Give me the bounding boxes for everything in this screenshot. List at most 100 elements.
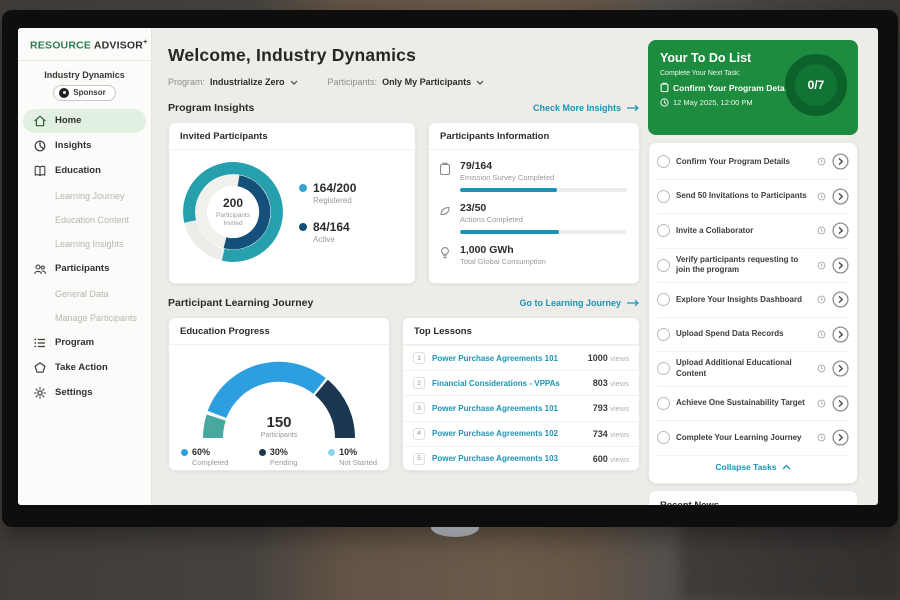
todo-item[interactable]: Achieve One Sustainability Target — [657, 387, 849, 422]
todo-checkbox[interactable] — [657, 259, 670, 272]
sidebar-subitem-label: Manage Participants — [55, 313, 137, 323]
lesson-row[interactable]: 3 Power Purchase Agreements 101 793 view… — [403, 395, 639, 420]
todo-item-label: Confirm Your Program Details — [676, 157, 811, 167]
todo-open-button[interactable] — [832, 395, 849, 412]
invited-participants-card: Invited Participants 200 Participants In… — [168, 122, 416, 284]
stat-row-actions: 23/50 Actions Completed — [429, 192, 639, 234]
todo-item[interactable]: Confirm Your Program Details — [657, 145, 849, 180]
sidebar-item-education[interactable]: Education — [23, 159, 146, 183]
todo-item[interactable]: Explore Your Insights Dashboard — [657, 283, 849, 318]
lesson-link[interactable]: Power Purchase Agreements 102 — [432, 429, 586, 438]
recent-news-title: Recent News — [660, 500, 846, 506]
go-to-learning-journey-link[interactable]: Go to Learning Journey — [519, 298, 640, 308]
lesson-link[interactable]: Power Purchase Agreements 103 — [432, 454, 586, 463]
recent-news-card: Recent News — [648, 490, 858, 506]
sidebar-item-manage-participants[interactable]: Manage Participants — [18, 306, 151, 330]
todo-item[interactable]: Invite a Collaborator — [657, 214, 849, 249]
logo-text-advisor: ADVISOR — [94, 40, 143, 52]
legend-value: 164/200 — [313, 181, 356, 195]
chevron-down-icon — [476, 80, 484, 85]
check-more-insights-link[interactable]: Check More Insights — [533, 103, 640, 113]
todo-item-label: Upload Spend Data Records — [676, 329, 811, 339]
sidebar-item-home[interactable]: Home — [23, 109, 146, 133]
todo-open-button[interactable] — [832, 429, 849, 446]
todo-open-button[interactable] — [832, 257, 849, 274]
education-progress-card: Education Progress 150 Participants — [168, 317, 390, 471]
todo-item[interactable]: Send 50 Invitations to Participants — [657, 180, 849, 215]
sidebar-subitem-label: Learning Journey — [55, 191, 125, 201]
todo-list-card: Confirm Your Program Details Send 50 Inv… — [648, 142, 858, 484]
todo-checkbox[interactable] — [657, 293, 670, 306]
gauge-center-label: 150 Participants — [194, 414, 364, 439]
todo-open-button[interactable] — [832, 360, 849, 377]
participants-filter-dropdown[interactable]: Participants: Only My Participants — [328, 77, 485, 87]
todo-item-label: Explore Your Insights Dashboard — [676, 295, 811, 305]
lesson-views-count: 793 — [593, 403, 608, 413]
sidebar-item-insights[interactable]: Insights — [23, 134, 146, 158]
todo-item-label: Send 50 Invitations to Participants — [676, 191, 811, 201]
lesson-rank: 4 — [413, 428, 425, 440]
clock-icon — [817, 433, 826, 442]
todo-open-button[interactable] — [832, 222, 849, 239]
program-filter-dropdown[interactable]: Program: Industrialize Zero — [168, 77, 298, 87]
lesson-row[interactable]: 2 Financial Considerations - VPPAs 803 v… — [403, 370, 639, 395]
sidebar-item-participants[interactable]: Participants — [23, 257, 146, 281]
legend-pct: 60% — [192, 447, 228, 457]
progress-fill — [460, 230, 559, 234]
todo-checkbox[interactable] — [657, 328, 670, 341]
views-word: views — [610, 455, 629, 464]
arrow-right-icon — [626, 299, 640, 307]
todo-open-button[interactable] — [832, 291, 849, 308]
insights-icon — [33, 139, 47, 153]
org-name: Industry Dynamics — [18, 70, 151, 80]
sidebar-item-general-data[interactable]: General Data — [18, 282, 151, 306]
todo-checkbox[interactable] — [657, 224, 670, 237]
sidebar-nav: Home Insights Education Learning Journey… — [18, 109, 151, 405]
top-lessons-card: Top Lessons 1 Power Purchase Agreements … — [402, 317, 640, 471]
lesson-row[interactable]: 5 Power Purchase Agreements 103 600 view… — [403, 446, 639, 471]
lesson-views-count: 1000 — [588, 353, 608, 363]
stat-value: 23/50 — [460, 202, 627, 214]
sidebar-item-settings[interactable]: Settings — [23, 381, 146, 405]
collapse-tasks-label: Collapse Tasks — [715, 462, 776, 472]
sidebar-item-learning-insights[interactable]: Learning Insights — [18, 232, 151, 256]
lesson-views-count: 734 — [593, 429, 608, 439]
todo-item[interactable]: Upload Spend Data Records — [657, 318, 849, 353]
legend-label: Active — [313, 235, 350, 244]
lesson-row[interactable]: 4 Power Purchase Agreements 102 734 view… — [403, 421, 639, 446]
invited-count: 200 — [223, 196, 243, 210]
legend-pct: 10% — [339, 447, 377, 457]
lesson-link[interactable]: Power Purchase Agreements 101 — [432, 354, 581, 363]
leaf-icon — [439, 202, 452, 234]
sidebar-item-label: Home — [55, 115, 81, 126]
todo-open-button[interactable] — [832, 326, 849, 343]
legend-label: Registered — [313, 196, 356, 205]
todo-item[interactable]: Upload Additional Educational Content — [657, 352, 849, 387]
legend-item-not-started: 10% Not Started — [328, 447, 377, 467]
todo-checkbox[interactable] — [657, 362, 670, 375]
sidebar-item-program[interactable]: Program — [23, 331, 146, 355]
lesson-link[interactable]: Power Purchase Agreements 101 — [432, 404, 586, 413]
sidebar-item-education-content[interactable]: Education Content — [18, 208, 151, 232]
todo-checkbox[interactable] — [657, 190, 670, 203]
stat-row-consumption: 1,000 GWh Total Global Consumption — [429, 234, 639, 266]
sidebar-item-learning-journey[interactable]: Learning Journey — [18, 184, 151, 208]
todo-checkbox[interactable] — [657, 155, 670, 168]
collapse-tasks-link[interactable]: Collapse Tasks — [657, 456, 849, 479]
todo-open-button[interactable] — [832, 153, 849, 170]
sidebar-item-take-action[interactable]: Take Action — [23, 356, 146, 380]
dashboard-screen: RESOURCE ADVISOR+ Industry Dynamics Spon… — [18, 28, 878, 505]
sidebar-item-label: Settings — [55, 387, 92, 398]
section-title: Participant Learning Journey — [168, 297, 313, 309]
lesson-row[interactable]: 1 Power Purchase Agreements 101 1000 vie… — [403, 345, 639, 370]
sponsor-icon — [59, 88, 69, 98]
todo-item[interactable]: Complete Your Learning Journey — [657, 421, 849, 456]
legend-item-completed: 60% Completed — [181, 447, 228, 467]
todo-open-button[interactable] — [832, 188, 849, 205]
legend-item-registered: 164/200 Registered — [299, 181, 356, 205]
todo-item[interactable]: Verify participants requesting to join t… — [657, 249, 849, 284]
todo-item-label: Upload Additional Educational Content — [676, 358, 811, 379]
todo-checkbox[interactable] — [657, 431, 670, 444]
lesson-link[interactable]: Financial Considerations - VPPAs — [432, 379, 586, 388]
todo-checkbox[interactable] — [657, 397, 670, 410]
